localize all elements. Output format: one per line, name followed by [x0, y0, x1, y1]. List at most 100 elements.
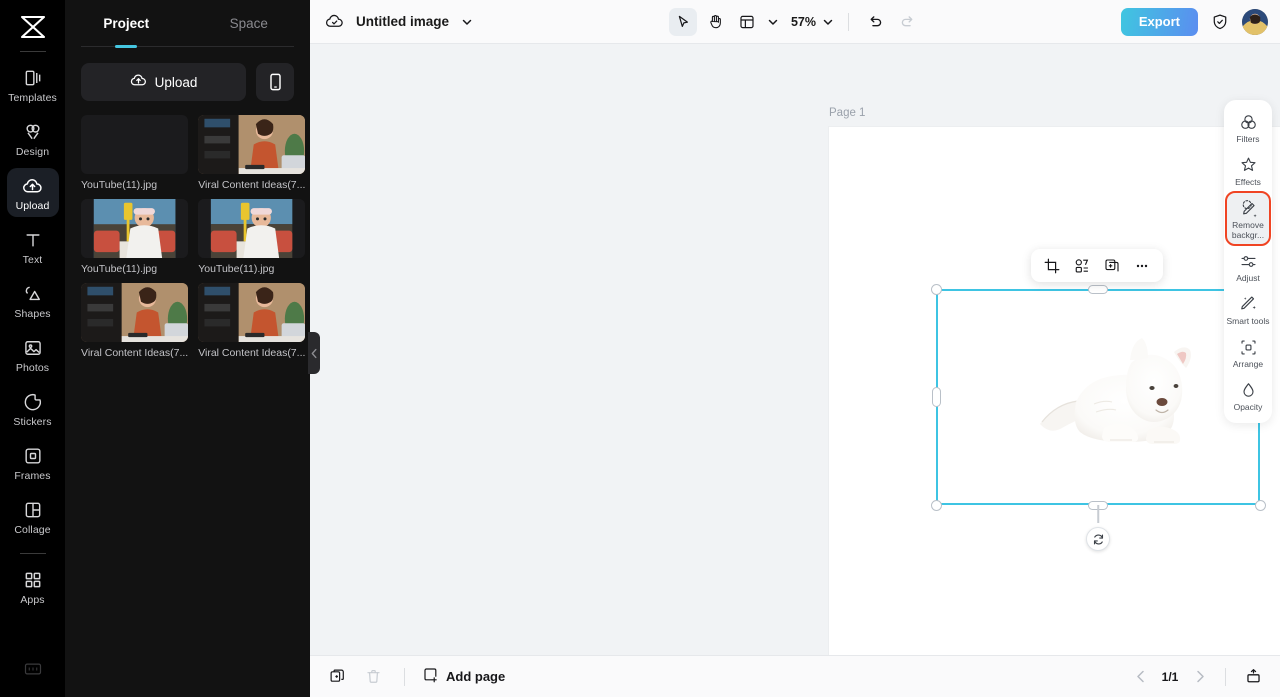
- media-item[interactable]: YouTube(11).jpg: [81, 199, 189, 275]
- dock-item-smart-tools[interactable]: Smart tools: [1226, 288, 1270, 331]
- sidebar-label: Apps: [20, 594, 45, 606]
- sidebar-label: Frames: [14, 470, 51, 482]
- app-root: Templates Design Upload Text Shapes Phot…: [0, 0, 1280, 697]
- layout-tool[interactable]: [733, 8, 761, 36]
- rail-divider-top: [19, 51, 46, 52]
- mobile-device-icon[interactable]: [256, 63, 294, 101]
- sliders-icon: [1238, 251, 1258, 271]
- panel-collapse-handle[interactable]: [308, 332, 320, 374]
- avatar[interactable]: [1242, 8, 1268, 35]
- sidebar-item-collage[interactable]: Collage: [7, 492, 59, 541]
- chevron-down-icon[interactable]: [459, 14, 475, 30]
- sidebar-item-text[interactable]: Text: [7, 222, 59, 271]
- undo-button[interactable]: [861, 8, 889, 36]
- media-grid: YouTube(11).jpg Viral Content Ideas(7...…: [65, 101, 310, 359]
- sidebar-label: Templates: [8, 92, 57, 104]
- sidebar-label: Shapes: [14, 308, 51, 320]
- dock-label: Opacity: [1233, 402, 1263, 412]
- dock-label: Smart tools: [1226, 316, 1270, 326]
- upload-button[interactable]: Upload: [81, 63, 246, 101]
- keyboard-shortcuts-icon[interactable]: [24, 662, 42, 681]
- document-title[interactable]: Untitled image: [356, 14, 449, 29]
- media-filename: Viral Content Ideas(7...: [81, 347, 189, 359]
- dock-item-effects[interactable]: Effects: [1226, 149, 1270, 192]
- resize-handle-bottom-right[interactable]: [1254, 499, 1266, 511]
- right-tool-dock: Filters Effects Remove backgr... Adjust …: [1224, 100, 1272, 423]
- rotate-icon[interactable]: [1086, 527, 1110, 551]
- templates-icon: [22, 67, 44, 89]
- media-item[interactable]: YouTube(11).jpg: [81, 115, 189, 191]
- redo-button: [893, 8, 921, 36]
- media-item[interactable]: Viral Content Ideas(7...: [198, 115, 306, 191]
- canvas-stage[interactable]: Page 1 Filters Effects Remove backgr... …: [310, 44, 1280, 655]
- dock-item-arrange[interactable]: Arrange: [1226, 331, 1270, 374]
- sidebar-item-photos[interactable]: Photos: [7, 330, 59, 379]
- zoom-chevron-down-icon[interactable]: [820, 14, 836, 30]
- media-panel: Project Space Upload YouTube(11).jpg Vir…: [65, 0, 320, 697]
- cloud-saved-icon: [322, 10, 346, 34]
- sidebar-item-stickers[interactable]: Stickers: [7, 384, 59, 433]
- media-thumbnail: [81, 283, 189, 342]
- rail-divider-bottom: [19, 553, 46, 554]
- dock-item-filters[interactable]: Filters: [1226, 106, 1270, 149]
- dock-label: Arrange: [1232, 359, 1264, 369]
- add-page-label: Add page: [446, 669, 506, 684]
- media-thumbnail: [198, 199, 306, 258]
- selection-box[interactable]: [930, 283, 1266, 551]
- media-filename: YouTube(11).jpg: [198, 263, 275, 275]
- rotate-stem: [1097, 505, 1099, 523]
- tab-space[interactable]: Space: [188, 0, 311, 46]
- sidebar-item-upload[interactable]: Upload: [6, 168, 59, 217]
- add-page-button[interactable]: Add page: [423, 667, 505, 686]
- media-thumbnail: [198, 115, 306, 174]
- duplicate-button[interactable]: [1099, 253, 1125, 279]
- sidebar-label: Upload: [15, 200, 50, 212]
- cutout-button[interactable]: [1069, 253, 1095, 279]
- resize-handle-bottom-left[interactable]: [930, 499, 942, 511]
- next-page-button[interactable]: [1189, 666, 1211, 688]
- toolbar-center-tools: 57%: [668, 7, 921, 36]
- sidebar-item-shapes[interactable]: Shapes: [7, 276, 59, 325]
- sidebar-item-apps[interactable]: Apps: [7, 562, 59, 611]
- magic-wand-icon: [1238, 198, 1258, 218]
- media-thumbnail: [81, 199, 189, 258]
- media-filename: Viral Content Ideas(7...: [198, 179, 306, 191]
- crop-button[interactable]: [1039, 253, 1065, 279]
- sidebar-item-templates[interactable]: Templates: [7, 60, 59, 109]
- prev-page-button[interactable]: [1129, 666, 1151, 688]
- zoom-level[interactable]: 57%: [791, 15, 816, 29]
- tab-project[interactable]: Project: [65, 0, 188, 46]
- hand-tool[interactable]: [701, 8, 729, 36]
- left-rail: Templates Design Upload Text Shapes Phot…: [0, 0, 65, 697]
- sidebar-label: Collage: [14, 524, 51, 536]
- media-item[interactable]: Viral Content Ideas(7...: [198, 283, 306, 359]
- opacity-drop-icon: [1238, 380, 1258, 400]
- tab-label: Project: [103, 15, 150, 31]
- resize-handle-top[interactable]: [1088, 284, 1108, 294]
- sidebar-label: Photos: [15, 362, 50, 374]
- export-button[interactable]: Export: [1120, 7, 1198, 36]
- page-indicator: 1/1: [1161, 669, 1179, 684]
- media-item[interactable]: YouTube(11).jpg: [198, 199, 306, 275]
- media-item[interactable]: Viral Content Ideas(7...: [81, 283, 189, 359]
- layout-chevron-down-icon[interactable]: [765, 14, 781, 30]
- top-toolbar: Untitled image 57% Export: [310, 0, 1280, 44]
- dock-item-adjust[interactable]: Adjust: [1226, 245, 1270, 288]
- sidebar-item-frames[interactable]: Frames: [7, 438, 59, 487]
- sidebar-item-design[interactable]: Design: [7, 114, 59, 163]
- select-tool[interactable]: [668, 7, 697, 36]
- apps-icon: [22, 569, 44, 591]
- dock-item-remove-background[interactable]: Remove backgr...: [1225, 191, 1271, 246]
- arrange-icon: [1238, 337, 1258, 357]
- duplicate-page-icon[interactable]: [324, 664, 350, 690]
- resize-handle-left[interactable]: [931, 387, 941, 407]
- present-icon[interactable]: [1240, 664, 1266, 690]
- shield-check-icon[interactable]: [1206, 8, 1234, 36]
- filters-icon: [1238, 112, 1258, 132]
- toolbar-right: Export: [1120, 7, 1268, 36]
- resize-handle-top-left[interactable]: [930, 283, 942, 295]
- dock-label: Remove backgr...: [1231, 220, 1265, 240]
- more-horizontal-icon[interactable]: [1129, 253, 1155, 279]
- capcut-logo-icon[interactable]: [14, 10, 52, 44]
- dock-item-opacity[interactable]: Opacity: [1226, 374, 1270, 417]
